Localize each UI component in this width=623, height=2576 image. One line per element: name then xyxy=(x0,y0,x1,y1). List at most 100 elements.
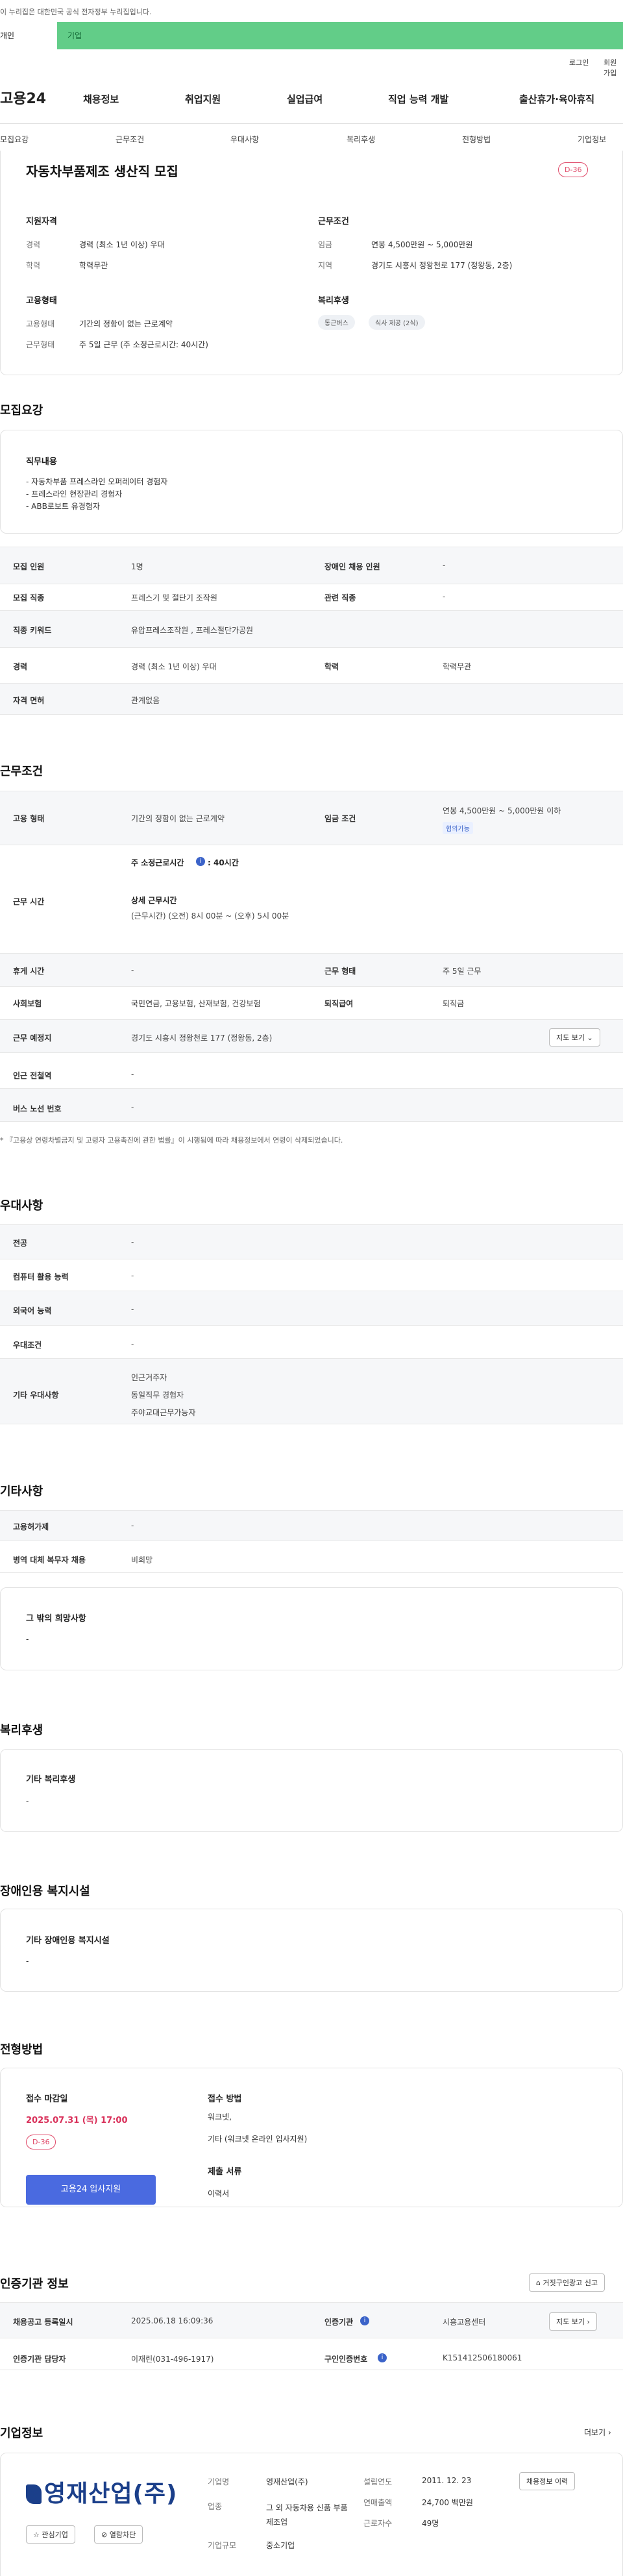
table-border xyxy=(0,986,623,987)
report-button[interactable]: ⌂ 거짓구인광고 신고 xyxy=(529,2273,605,2292)
duty-item: - 자동차부품 프레스라인 오퍼레이터 경험자 xyxy=(26,477,168,486)
negotiable-chip: 협의가능 xyxy=(443,822,473,834)
row-value: 동일직무 경험자 xyxy=(131,1391,184,1400)
row-label: 경력 xyxy=(13,662,28,671)
table-row xyxy=(0,1291,623,1325)
hours-detail: (근무시간) (오전) 8시 00분 ~ (오후) 5시 00분 xyxy=(131,911,289,921)
row-value: K151412506180061 xyxy=(443,2353,522,2362)
welfare-card xyxy=(0,1749,623,1832)
qual-heading: 지원자격 xyxy=(26,217,57,227)
emp-value: 기간의 정함이 없는 근로계약 xyxy=(79,319,173,328)
table-row xyxy=(0,2303,623,2338)
info-icon[interactable]: i xyxy=(378,2353,387,2362)
subnav-prefer[interactable]: 우대사항 xyxy=(230,134,259,145)
row-label: 병역 대체 복무자 채용 xyxy=(13,1555,86,1565)
staff-label: 근로자수 xyxy=(363,2519,393,2528)
job-title: 자동차부품제조 생산직 모집 xyxy=(26,164,178,179)
row-value: 주야교대근무가능자 xyxy=(131,1408,196,1417)
row-label: 우대조건 xyxy=(13,1341,42,1350)
subnav-recruit[interactable]: 모집요강 xyxy=(0,134,29,145)
info-icon[interactable]: i xyxy=(360,2316,369,2325)
prefer-heading: 우대사항 xyxy=(0,1199,43,1213)
gnb-employment-support[interactable]: 취업지원 xyxy=(185,92,221,106)
edu-label: 학력 xyxy=(26,261,41,270)
company-heading: 기업정보 xyxy=(0,2427,43,2440)
table-row xyxy=(0,611,623,647)
row-value: 비희망 xyxy=(131,1555,153,1565)
row-value: 1명 xyxy=(131,562,143,571)
tab-bar xyxy=(0,22,623,49)
site-logo[interactable]: 고용24 xyxy=(0,87,46,108)
subnav-company[interactable]: 기업정보 xyxy=(578,134,606,145)
gnb-job-training[interactable]: 직업 능력 개발 xyxy=(388,92,448,106)
row-value: 경력 (최소 1년 이상) 우대 xyxy=(131,662,217,671)
method-item: 워크넷, xyxy=(208,2112,232,2122)
fav-company-button[interactable]: ☆ 관심기업 xyxy=(26,2525,75,2544)
map-button[interactable]: 지도 보기 › xyxy=(549,2312,597,2331)
company-name-value: 영재산업(주) xyxy=(266,2477,308,2486)
row-label: 학력 xyxy=(324,662,339,671)
sales-value: 24,700 백만원 xyxy=(422,2498,473,2507)
table-border xyxy=(0,647,623,648)
map-button[interactable]: 지도 보기 ⌄ xyxy=(549,1028,600,1046)
row-value: - xyxy=(131,1521,134,1530)
age-note: * 『고용상 연령차별금지 및 고령자 고용촉진에 관한 법률』이 시행됨에 따… xyxy=(0,1136,343,1145)
row-label: 근무 시간 xyxy=(13,897,45,906)
subnav-process[interactable]: 전형방법 xyxy=(462,134,491,145)
row-label: 외국어 능력 xyxy=(13,1306,52,1315)
row-label: 구인인증번호 xyxy=(324,2355,368,2364)
row-value: 시흥고용센터 xyxy=(443,2318,486,2327)
row-value: 이재린(031-496-1917) xyxy=(131,2355,214,2364)
row-label: 근무 형태 xyxy=(324,967,356,976)
wish-title: 그 밖의 희망사항 xyxy=(26,1614,86,1624)
company-logo: 영재산업(주) xyxy=(26,2475,178,2508)
tab-enterprise[interactable]: 기업 xyxy=(67,30,82,41)
disabled-heading: 장애인용 복지시설 xyxy=(0,1885,90,1898)
method-item: 기타 (워크넷 온라인 입사지원) xyxy=(208,2135,308,2144)
gnb-unemployment-benefit[interactable]: 실업급여 xyxy=(287,92,323,106)
row-value: - xyxy=(131,1305,134,1314)
table-border xyxy=(0,714,623,715)
dday-badge: D-36 xyxy=(558,162,589,177)
hire-history-button[interactable]: 채용정보 이력 xyxy=(519,2472,576,2490)
wage-value: 연봉 4,500만원 ~ 5,000만원 xyxy=(371,240,473,249)
work-value: 주 5일 근무 (주 소정근로시간: 40시간) xyxy=(79,340,208,349)
career-value: 경력 (최소 1년 이상) 우대 xyxy=(79,240,165,249)
disabled-card-title: 기타 장애인용 복지시설 xyxy=(26,1936,110,1946)
row-value: 관계없음 xyxy=(131,696,160,705)
signup-link[interactable]: 회원가입 xyxy=(604,57,623,78)
row-value: 경기도 시흥시 정왕천로 177 (정왕동, 2층) xyxy=(131,1034,273,1043)
row-label: 기타 우대사항 xyxy=(13,1391,59,1400)
wage-label: 임금 xyxy=(318,240,333,249)
row-value: 2025.06.18 16:09:36 xyxy=(131,2316,214,2325)
row-value: - xyxy=(131,1070,134,1079)
row-value: 국민연금, 고용보험, 산재보험, 건강보험 xyxy=(131,999,261,1008)
login-link[interactable]: 로그인 xyxy=(569,57,589,68)
row-label: 인증기관 xyxy=(324,2318,354,2327)
table-row xyxy=(0,684,623,714)
apply-button[interactable]: 고용24 입사지원 xyxy=(26,2175,156,2205)
duty-item: - 프레스라인 현장관리 경험자 xyxy=(26,489,123,499)
founded-value: 2011. 12. 23 xyxy=(422,2476,472,2485)
company-more-link[interactable]: 더보기 › xyxy=(584,2427,611,2438)
row-value: - xyxy=(131,1339,134,1348)
wish-card xyxy=(0,1587,623,1670)
edu-value: 학력무관 xyxy=(79,261,108,270)
row-value: 주 5일 근무 xyxy=(443,967,482,976)
row-value: 학력무관 xyxy=(443,662,472,671)
table-row xyxy=(0,1359,623,1424)
weekly-hours-label: 주 소정근로시간 xyxy=(131,858,184,867)
row-label: 모집 인원 xyxy=(13,562,45,571)
emp-heading: 고용형태 xyxy=(26,296,57,306)
row-label: 자격 면허 xyxy=(13,696,45,705)
block-view-button[interactable]: ⊘ 열람차단 xyxy=(94,2525,143,2544)
subnav-conditions[interactable]: 근무조건 xyxy=(116,134,144,145)
tab-individual[interactable]: 개인 xyxy=(0,22,57,49)
subnav-welfare[interactable]: 복리후생 xyxy=(347,134,375,145)
info-icon[interactable]: i xyxy=(196,857,205,866)
gnb-jobs[interactable]: 채용정보 xyxy=(83,92,119,106)
table-row xyxy=(0,1511,623,1541)
gnb-parental-leave[interactable]: 출산휴가·육아휴직 xyxy=(519,92,594,106)
row-label: 버스 노선 번호 xyxy=(13,1104,62,1113)
row-value: - xyxy=(131,1103,134,1112)
